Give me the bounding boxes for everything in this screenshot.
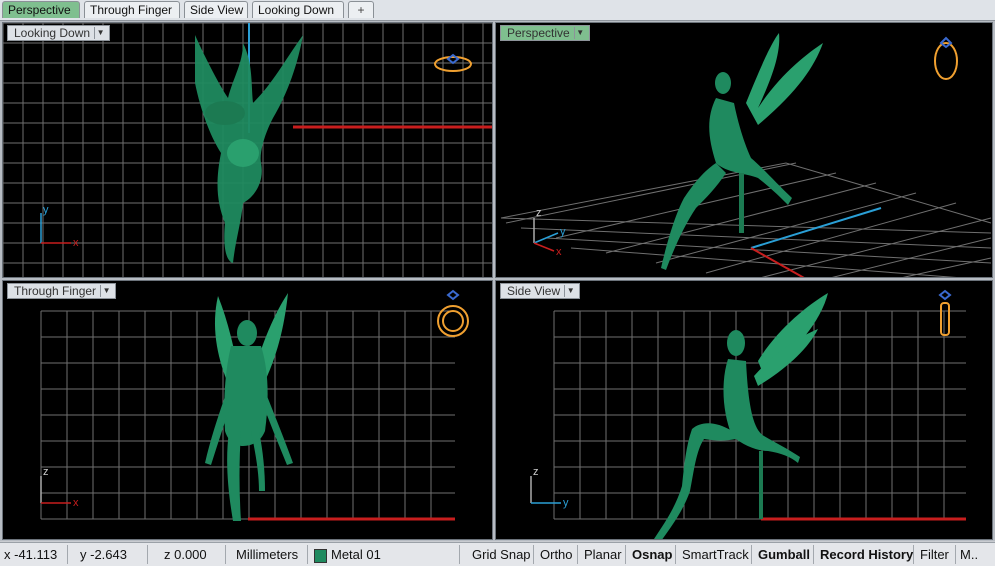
ring-preview-icon [938,289,952,336]
svg-text:y: y [43,204,49,216]
fairy-model-side[interactable] [654,293,828,540]
dropdown-arrow-icon[interactable]: ▼ [573,27,586,39]
add-tab-button[interactable]: + [348,1,374,18]
grid-snap-toggle[interactable]: Grid Snap [468,545,534,564]
svg-text:x: x [73,237,79,249]
more-toggle[interactable]: M.. [956,545,994,564]
svg-text:z: z [533,466,539,478]
coord-z-readout: z 0.000 [160,545,226,564]
osnap-toggle[interactable]: Osnap [628,545,676,564]
axis-widget: y x [40,204,79,249]
perspective-grid [500,162,992,277]
svg-text:z: z [536,207,542,219]
dropdown-arrow-icon[interactable]: ▼ [564,285,576,297]
tab-through-finger[interactable]: Through Finger [84,1,180,18]
viewport-label-through-finger[interactable]: Through Finger ▼ [7,283,117,299]
layer-color-swatch [314,548,327,563]
svg-text:y: y [560,226,566,238]
viewport-side-view[interactable]: z y Side View ▼ [495,280,993,540]
viewport-through-finger[interactable]: z x Through Finger ▼ [2,280,493,540]
ortho-toggle[interactable]: Ortho [536,545,578,564]
tab-looking-down[interactable]: Looking Down [252,1,344,18]
planar-toggle[interactable]: Planar [580,545,626,564]
axis-widget: z y x [533,207,566,258]
viewport-label-looking-down[interactable]: Looking Down ▼ [7,25,111,41]
axis-widget: z x [40,466,79,509]
svg-text:z: z [43,466,49,478]
record-history-toggle[interactable]: Record History [816,545,914,564]
gumball-toggle[interactable]: Gumball [754,545,814,564]
looking-down-canvas[interactable]: y x [3,23,493,278]
units-button[interactable]: Millimeters [232,545,308,564]
current-layer-button[interactable]: Metal 01 [310,545,460,564]
viewport-looking-down[interactable]: y x Looking Down ▼ [2,22,493,278]
viewport-label-side-view[interactable]: Side View ▼ [500,283,581,299]
tab-side-view[interactable]: Side View [184,1,248,18]
axis-widget: z y [530,466,569,509]
side-view-canvas[interactable]: z y [496,281,993,540]
coord-y-readout: y -2.643 [76,545,148,564]
coord-x-readout: x -41.113 [0,545,68,564]
perspective-canvas[interactable]: z y x [496,23,993,278]
viewport-area: y x Looking Down ▼ z y x Perspective ▼ z… [0,21,995,541]
tab-perspective[interactable]: Perspective [2,1,80,18]
svg-text:x: x [556,246,562,258]
fairy-model-top[interactable] [195,35,303,263]
viewport-perspective[interactable]: z y x Perspective ▼ [495,22,993,278]
ring-preview-icon [437,289,469,337]
svg-text:y: y [563,497,569,509]
filter-toggle[interactable]: Filter [916,545,956,564]
ring-preview-icon [934,36,958,80]
viewport-tab-bar: Perspective Through Finger Side View Loo… [0,0,995,21]
fairy-model-perspective[interactable] [661,33,823,270]
through-finger-canvas[interactable]: z x [3,281,493,540]
status-bar: x -41.113 y -2.643 z 0.000 Millimeters M… [0,542,995,566]
viewport-label-perspective[interactable]: Perspective ▼ [500,25,590,41]
dropdown-arrow-icon[interactable]: ▼ [100,285,112,297]
svg-text:x: x [73,497,79,509]
dropdown-arrow-icon[interactable]: ▼ [94,27,106,39]
smarttrack-toggle[interactable]: SmartTrack [678,545,752,564]
